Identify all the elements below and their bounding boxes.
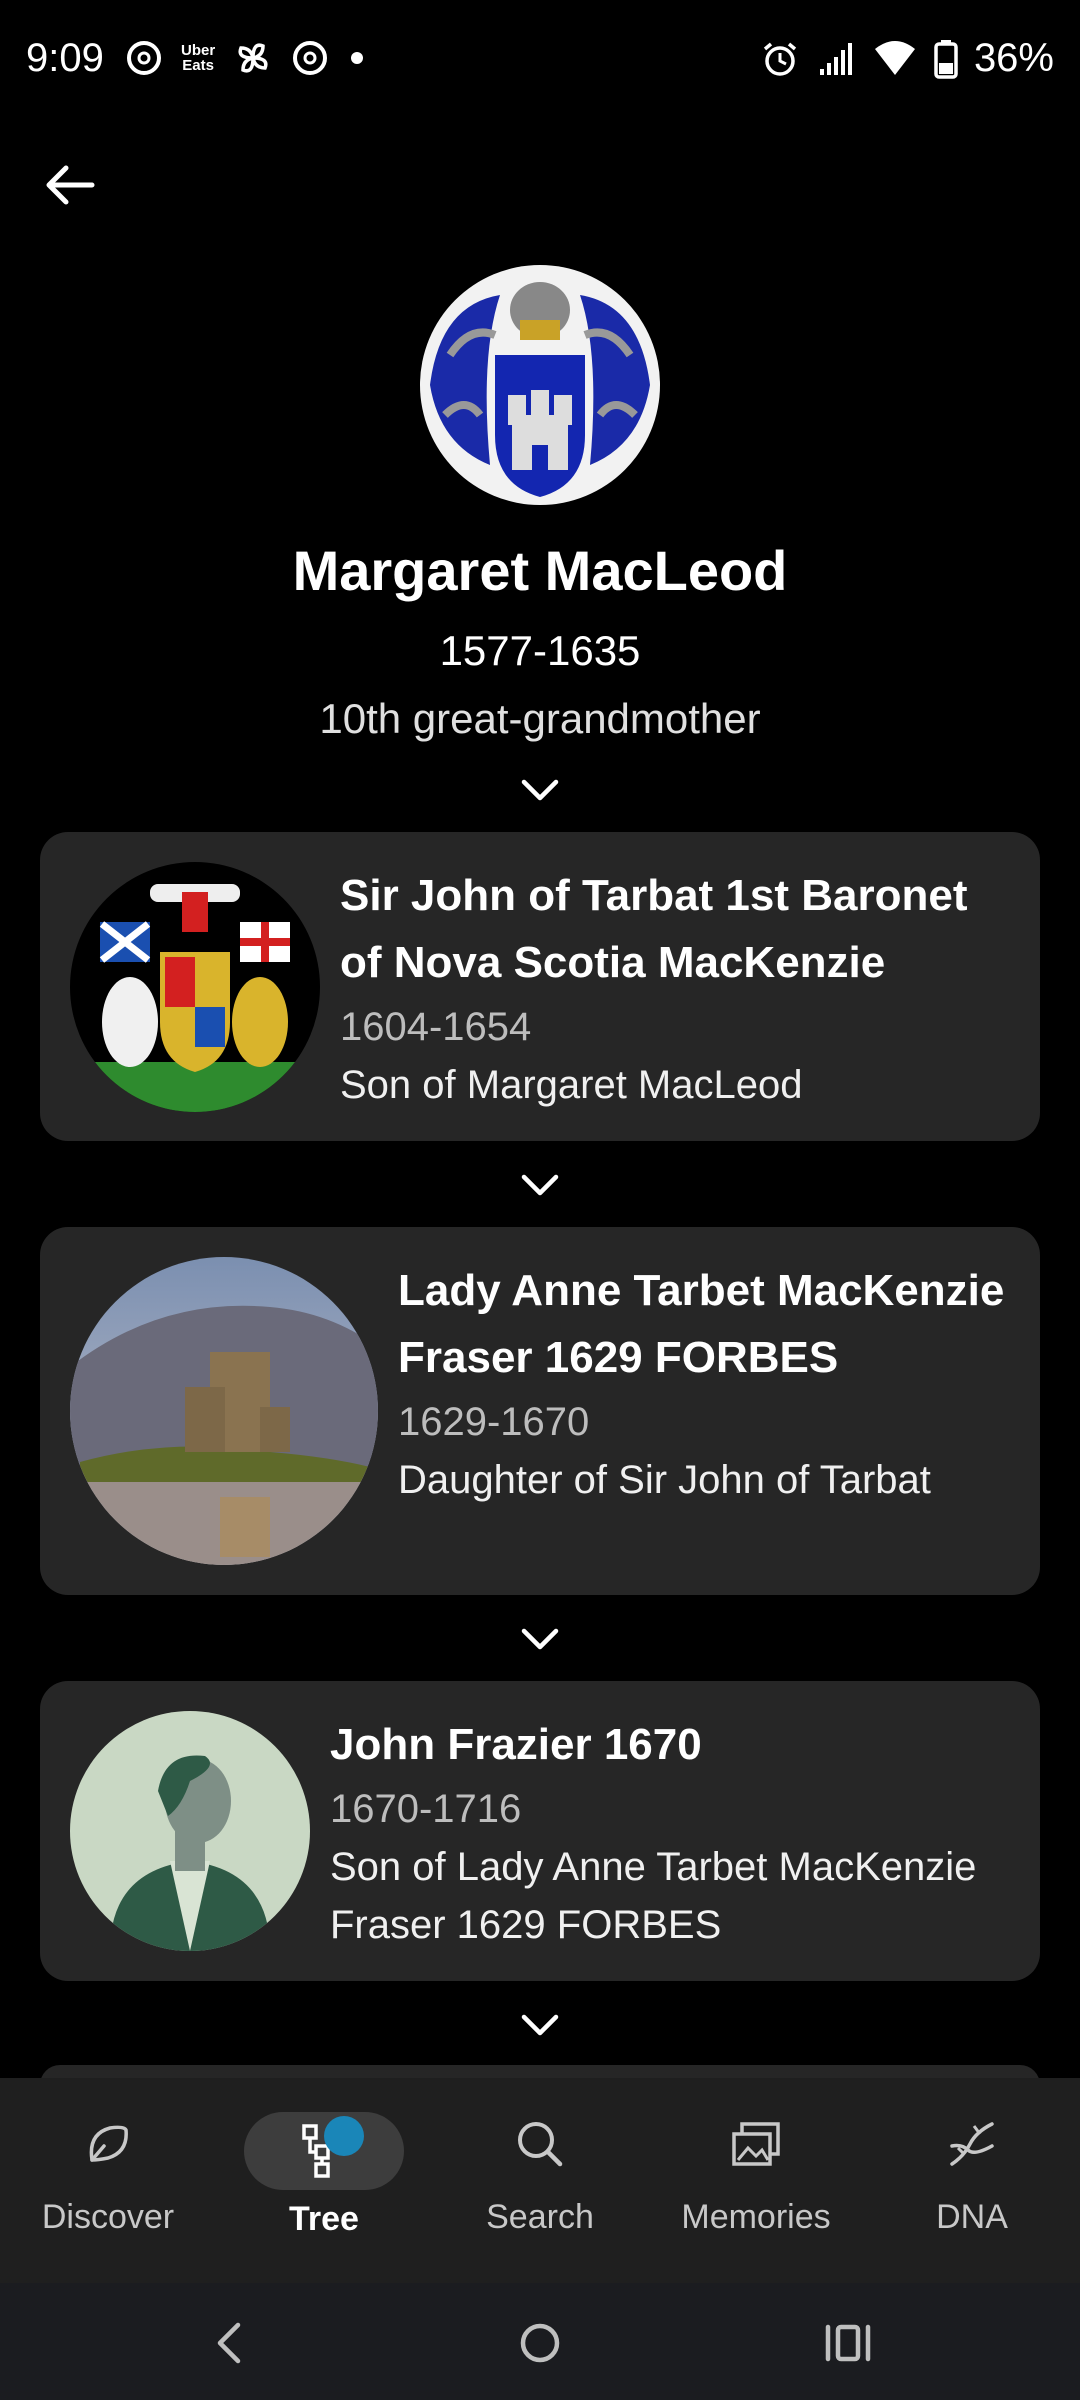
- ancestor-relationship: Son of Margaret MacLeod: [340, 1063, 803, 1107]
- system-home-icon[interactable]: [510, 2313, 570, 2373]
- system-recents-icon[interactable]: [818, 2313, 878, 2373]
- ancestor-name: Lady Anne Tarbet MacKenzie Fraser 1629 F…: [398, 1266, 1005, 1382]
- system-navigation-bar: [0, 2283, 1080, 2400]
- castle-photo-avatar: [70, 1257, 378, 1565]
- person-name: Margaret MacLeod: [292, 539, 788, 602]
- chevron-down-icon[interactable]: [510, 770, 570, 810]
- search-icon: [518, 2122, 563, 2167]
- person-dates: 1577-1635: [439, 627, 641, 674]
- status-time: 9:09: [26, 36, 104, 80]
- threads-icon: [127, 41, 161, 75]
- nav-memories[interactable]: Memories: [648, 2078, 864, 2283]
- nav-discover[interactable]: Discover: [0, 2078, 216, 2283]
- coat-of-arms-avatar: [420, 265, 660, 505]
- card-text: Sir John of Tarbat 1st Baronet of Nova S…: [340, 862, 1010, 1114]
- photos-icon: [732, 2122, 780, 2166]
- battery-percent: 36%: [973, 36, 1054, 80]
- chevron-down-icon[interactable]: [510, 1619, 570, 1659]
- ancestor-name: Sir John of Tarbat 1st Baronet of Nova S…: [340, 871, 968, 987]
- person-relationship: 10th great-grandmother: [319, 695, 761, 742]
- uber-eats-icon: Uber Eats: [181, 42, 216, 74]
- chevron-down-icon[interactable]: [510, 2005, 570, 2045]
- pinwheel-icon: [238, 43, 268, 73]
- card-text: Lady Anne Tarbet MacKenzie Fraser 1629 F…: [398, 1257, 1010, 1509]
- ancestor-dates: 1629-1670: [398, 1400, 590, 1444]
- signal-icon: [819, 42, 852, 75]
- nav-label: Discover: [41, 2198, 175, 2236]
- threads-icon: [293, 41, 328, 75]
- bottom-navigation: Discover Tree Search Memories DNA: [0, 2078, 1080, 2283]
- dot-icon: [351, 52, 364, 64]
- leaf-icon: [89, 2125, 128, 2162]
- nav-search[interactable]: Search: [432, 2078, 648, 2283]
- nav-tree[interactable]: Tree: [216, 2078, 432, 2283]
- system-back-icon[interactable]: [200, 2313, 260, 2373]
- status-bar: 9:09 Uber Eats 36%: [0, 0, 1080, 125]
- default-person-avatar: [70, 1711, 310, 1951]
- ancestor-name: John Frazier 1670: [330, 1720, 702, 1769]
- ancestor-dates: 1604-1654: [340, 1005, 532, 1049]
- wifi-icon: [874, 40, 915, 75]
- chevron-down-icon[interactable]: [510, 1165, 570, 1205]
- ancestor-relationship: Son of Lady Anne Tarbet MacKenzie Fraser…: [330, 1845, 977, 1947]
- ancestor-card[interactable]: Lady Anne Tarbet MacKenzie Fraser 1629 F…: [40, 1227, 1040, 1595]
- notification-icons: Uber Eats: [125, 38, 367, 78]
- back-arrow-icon[interactable]: [40, 155, 100, 215]
- ancestor-card[interactable]: Sir John of Tarbat 1st Baronet of Nova S…: [40, 832, 1040, 1141]
- ancestor-relationship: Daughter of Sir John of Tarbat: [398, 1458, 931, 1502]
- nav-label: DNA: [936, 2198, 1008, 2236]
- nav-label: Tree: [289, 2200, 359, 2238]
- royal-arms-avatar: [70, 862, 320, 1112]
- nav-dna[interactable]: DNA: [864, 2078, 1080, 2283]
- system-status-icons: 36%: [760, 36, 1054, 81]
- battery-icon: [934, 39, 958, 79]
- notification-dot: [324, 2116, 364, 2156]
- card-text: John Frazier 1670 1670-1716 Son of Lady …: [330, 1711, 1010, 1954]
- ancestor-dates: 1670-1716: [330, 1787, 522, 1831]
- nav-label: Memories: [681, 2198, 831, 2236]
- dna-icon: [950, 2122, 994, 2166]
- nav-label: Search: [486, 2198, 594, 2236]
- ancestor-card[interactable]: John Frazier 1670 1670-1716 Son of Lady …: [40, 1681, 1040, 1981]
- alarm-icon: [763, 42, 797, 76]
